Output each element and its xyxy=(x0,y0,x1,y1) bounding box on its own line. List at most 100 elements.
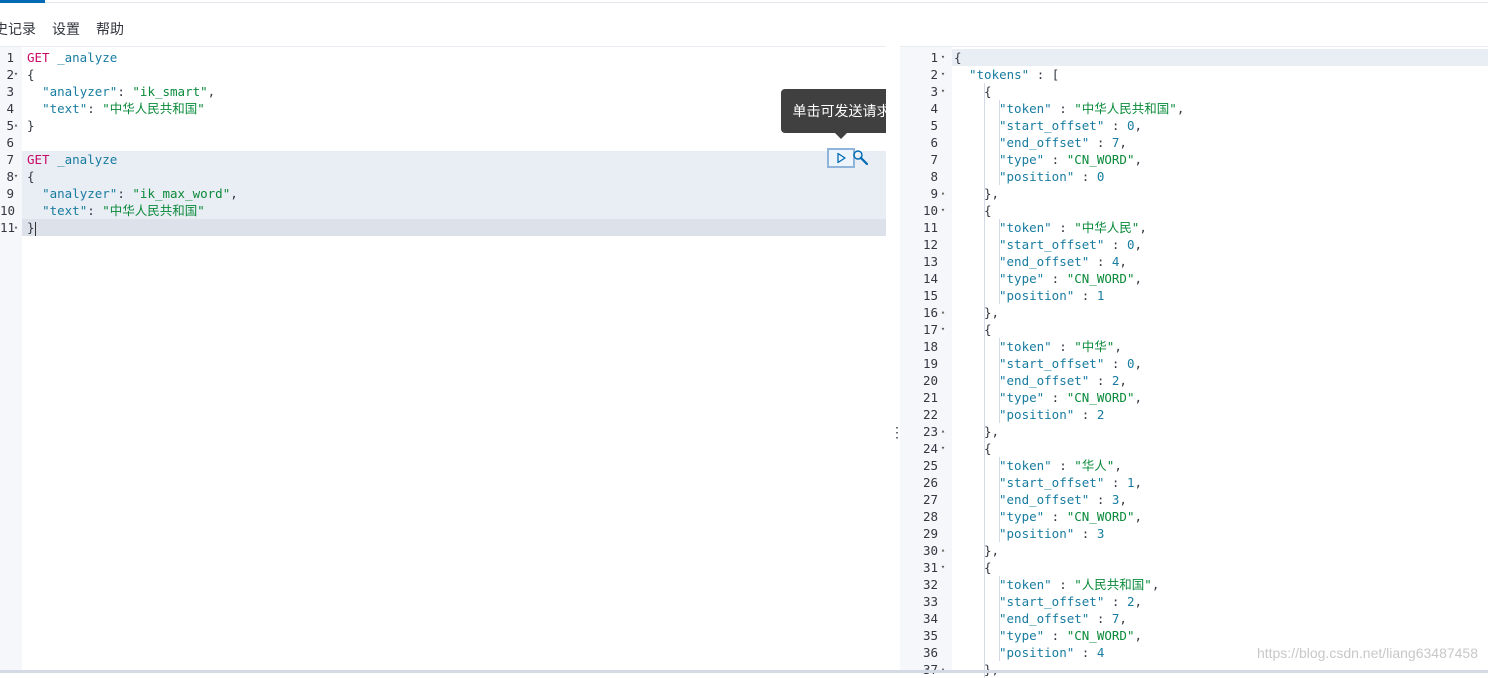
code-token: "position" xyxy=(999,645,1075,660)
code-line[interactable]: 14 "type" : "CN_WORD", xyxy=(923,270,1488,287)
code-line[interactable]: 4 "text": "中华人民共和国" xyxy=(6,100,886,117)
code-line[interactable]: 8 ▾{ xyxy=(6,168,886,185)
menu-history[interactable]: 史记录 xyxy=(0,19,36,39)
code-line[interactable]: 27 "end_offset" : 3, xyxy=(923,491,1488,508)
code-line[interactable]: 10 "text": "中华人民共和国" xyxy=(0,202,886,219)
code-token: : xyxy=(1044,390,1067,405)
request-settings-button[interactable] xyxy=(852,149,872,169)
code-line[interactable]: 20 "end_offset" : 2, xyxy=(923,372,1488,389)
code-text: { xyxy=(27,168,35,185)
code-line[interactable]: 28 "type" : "CN_WORD", xyxy=(923,508,1488,525)
code-line[interactable]: 16 ▴}, xyxy=(923,304,1488,321)
code-line[interactable]: 6 xyxy=(6,134,886,151)
editor-code-area[interactable]: 1 GET _analyze 2 ▾{3 "analyzer": "ik_smart"… xyxy=(0,49,886,236)
code-line[interactable]: 24 ▾ { xyxy=(923,440,1488,457)
indent-guide xyxy=(984,236,985,253)
menu-help[interactable]: 帮助 xyxy=(96,19,124,39)
fold-close-icon[interactable]: ▴ xyxy=(939,423,947,440)
line-number: 7 xyxy=(930,152,938,167)
indent-guide xyxy=(984,117,985,134)
code-token: , xyxy=(1134,390,1142,405)
code-line[interactable]: 23 ▴}, xyxy=(923,423,1488,440)
code-line[interactable]: 3 "analyzer": "ik_smart", xyxy=(6,83,886,100)
code-line[interactable]: 32 "token" : "人民共和国", xyxy=(923,576,1488,593)
indent-guide xyxy=(984,457,985,474)
fold-open-icon[interactable]: ▾ xyxy=(939,202,947,219)
code-line[interactable]: 25 "token" : "华人", xyxy=(923,457,1488,474)
send-request-button[interactable] xyxy=(827,148,855,168)
code-line[interactable]: 3 ▾ { xyxy=(930,83,1488,100)
fold-close-icon[interactable]: ▴ xyxy=(939,304,947,321)
code-line[interactable]: 4 "token" : "中华人民共和国", xyxy=(930,100,1488,117)
line-number: 32 xyxy=(922,577,938,592)
fold-open-icon[interactable]: ▾ xyxy=(939,559,947,576)
code-line[interactable]: 22 "position" : 2 xyxy=(923,406,1488,423)
code-token: { xyxy=(984,322,992,337)
code-line[interactable]: 34 "end_offset" : 7, xyxy=(923,610,1488,627)
code-line[interactable]: 1 GET _analyze xyxy=(6,49,886,66)
fold-open-icon[interactable]: ▾ xyxy=(12,66,20,83)
fold-close-icon[interactable]: ▴ xyxy=(939,542,947,559)
code-token: "type" xyxy=(999,628,1045,643)
code-line[interactable]: 7 "type" : "CN_WORD", xyxy=(930,151,1488,168)
code-line[interactable]: 2 ▾ "tokens" : [ xyxy=(930,66,1488,83)
fold-close-icon[interactable]: ▴ xyxy=(939,185,947,202)
menu-settings[interactable]: 设置 xyxy=(52,19,80,39)
code-line[interactable]: 26 "start_offset" : 1, xyxy=(923,474,1488,491)
code-line[interactable]: 17 ▾ { xyxy=(923,321,1488,338)
code-line[interactable]: 30 ▴}, xyxy=(923,542,1488,559)
code-line[interactable]: 19 "start_offset" : 0, xyxy=(923,355,1488,372)
code-line[interactable]: 12 "start_offset" : 0, xyxy=(923,236,1488,253)
code-line[interactable]: 9 "analyzer": "ik_max_word", xyxy=(6,185,886,202)
code-token: { xyxy=(27,67,35,82)
code-line[interactable]: 13 "end_offset" : 4, xyxy=(923,253,1488,270)
code-token: _analyze xyxy=(57,152,118,167)
code-line[interactable]: 5 ▴} xyxy=(6,117,886,134)
code-line[interactable]: 18 "token" : "中华", xyxy=(923,338,1488,355)
code-token: }, xyxy=(984,186,1000,201)
code-line[interactable]: 15 "position" : 1 xyxy=(923,287,1488,304)
code-token: : xyxy=(1089,135,1112,150)
code-token: : xyxy=(1074,169,1097,184)
fold-open-icon[interactable]: ▾ xyxy=(12,168,20,185)
code-line[interactable]: 35 "type" : "CN_WORD", xyxy=(923,627,1488,644)
fold-close-icon[interactable]: ▴ xyxy=(12,117,20,134)
fold-open-icon[interactable]: ▾ xyxy=(939,66,947,83)
code-line[interactable]: 1 ▾ { xyxy=(930,49,1488,66)
line-number: 29 xyxy=(922,526,938,541)
vertical-dots-icon[interactable]: ⋮ xyxy=(890,424,904,440)
code-token: { xyxy=(984,84,992,99)
code-line[interactable]: 8 "position" : 0 xyxy=(930,168,1488,185)
code-token: : xyxy=(1104,475,1127,490)
response-output[interactable]: 1 ▾{2 ▾ "tokens" : [3 ▾{4 "token" : "中华人民共和国"… xyxy=(900,46,1488,678)
request-editor[interactable]: 1 GET _analyze 2 ▾{3 "analyzer": "ik_smart"… xyxy=(0,46,886,671)
code-line[interactable]: 31 ▾ { xyxy=(923,559,1488,576)
indent-guide xyxy=(984,593,985,610)
indent-guide xyxy=(984,525,985,542)
code-line[interactable]: 9 ▴}, xyxy=(930,185,1488,202)
code-token: : xyxy=(1104,237,1127,252)
code-token: , xyxy=(1119,135,1127,150)
code-line[interactable]: 7 GET _analyze xyxy=(6,151,886,168)
code-token: : xyxy=(1074,645,1097,660)
code-line[interactable]: 29 "position" : 3 xyxy=(923,525,1488,542)
code-line[interactable]: 2 ▾{ xyxy=(6,66,886,83)
output-code-area[interactable]: 1 ▾{2 ▾ "tokens" : [3 ▾{4 "token" : "中华人民共和国"… xyxy=(923,49,1488,678)
code-line[interactable]: 11 ▴} xyxy=(0,219,886,236)
code-token: , xyxy=(1134,271,1142,286)
fold-open-icon[interactable]: ▾ xyxy=(939,321,947,338)
code-line[interactable]: 11 "token" : "中华人民", xyxy=(923,219,1488,236)
fold-open-icon[interactable]: ▾ xyxy=(939,49,947,66)
code-line[interactable]: 6 "end_offset" : 7, xyxy=(930,134,1488,151)
code-token: "type" xyxy=(999,271,1045,286)
code-line[interactable]: 5 "start_offset" : 0, xyxy=(930,117,1488,134)
code-line[interactable]: 21 "type" : "CN_WORD", xyxy=(923,389,1488,406)
fold-open-icon[interactable]: ▾ xyxy=(939,440,947,457)
code-line[interactable]: 33 "start_offset" : 2, xyxy=(923,593,1488,610)
pane-divider[interactable]: ⋮ xyxy=(886,46,904,670)
fold-close-icon[interactable]: ▴ xyxy=(12,219,20,236)
code-token: , xyxy=(1134,594,1142,609)
code-line[interactable]: 10 ▾ { xyxy=(923,202,1488,219)
fold-open-icon[interactable]: ▾ xyxy=(939,83,947,100)
code-token: "type" xyxy=(999,152,1045,167)
